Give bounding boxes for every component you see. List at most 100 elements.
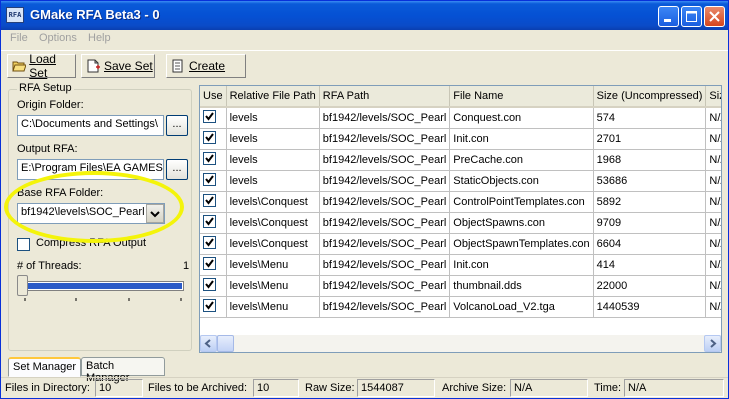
size-uncompressed-cell[interactable]: 9709 bbox=[593, 212, 707, 234]
relative-path-cell[interactable]: levels bbox=[226, 149, 320, 171]
col-header-rfa-path[interactable]: RFA Path bbox=[319, 86, 451, 108]
save-set-button[interactable]: Save Set bbox=[81, 54, 155, 78]
use-checkbox-cell[interactable] bbox=[200, 296, 227, 318]
use-checkbox-cell[interactable] bbox=[200, 107, 227, 129]
col-header-size-uncompressed[interactable]: Size (Uncompressed) bbox=[593, 86, 707, 108]
use-checkbox[interactable] bbox=[203, 194, 216, 208]
size-compressed-cell[interactable]: N/A bbox=[705, 296, 721, 318]
rfa-path-cell[interactable]: bf1942/levels/SOC_Pearl bbox=[319, 233, 451, 255]
size-compressed-cell[interactable]: N/A bbox=[705, 170, 721, 192]
use-checkbox-cell[interactable] bbox=[200, 191, 227, 213]
scroll-thumb[interactable] bbox=[217, 335, 234, 352]
use-checkbox-cell[interactable] bbox=[200, 233, 227, 255]
relative-path-cell[interactable]: levels bbox=[226, 128, 320, 150]
use-checkbox[interactable] bbox=[203, 236, 216, 250]
size-uncompressed-cell[interactable]: 5892 bbox=[593, 191, 707, 213]
rfa-path-cell[interactable]: bf1942/levels/SOC_Pearl bbox=[319, 212, 451, 234]
file-grid[interactable]: Use Relative File Path RFA Path File Nam… bbox=[199, 85, 722, 353]
rfa-path-cell[interactable]: bf1942/levels/SOC_Pearl bbox=[319, 254, 451, 276]
relative-path-cell[interactable]: levels\Conquest bbox=[226, 212, 320, 234]
use-checkbox[interactable] bbox=[203, 278, 216, 292]
relative-path-cell[interactable]: levels bbox=[226, 107, 320, 129]
size-uncompressed-cell[interactable]: 1440539 bbox=[593, 296, 707, 318]
rfa-path-cell[interactable]: bf1942/levels/SOC_Pearl bbox=[319, 170, 451, 192]
threads-slider-track[interactable] bbox=[23, 281, 184, 291]
size-uncompressed-cell[interactable]: 1968 bbox=[593, 149, 707, 171]
output-rfa-input[interactable]: E:\Program Files\EA GAMES\ bbox=[17, 159, 164, 180]
size-compressed-cell[interactable]: N/A bbox=[705, 149, 721, 171]
menu-options[interactable]: Options bbox=[39, 32, 77, 44]
tab-set-manager[interactable]: Set Manager bbox=[8, 357, 81, 377]
use-checkbox-cell[interactable] bbox=[200, 128, 227, 150]
file-name-cell[interactable]: ControlPointTemplates.con bbox=[449, 191, 594, 213]
table-row[interactable]: levels\Menu bf1942/levels/SOC_Pearl Init.c… bbox=[200, 254, 721, 276]
size-uncompressed-cell[interactable]: 6604 bbox=[593, 233, 707, 255]
col-header-size-compressed[interactable]: Size (Compressed) bbox=[705, 86, 721, 108]
table-row[interactable]: levels bf1942/levels/SOC_Pearl Init.con 270… bbox=[200, 128, 721, 150]
col-header-file-name[interactable]: File Name bbox=[449, 86, 594, 108]
create-button[interactable]: Create bbox=[166, 54, 246, 78]
use-checkbox-cell[interactable] bbox=[200, 170, 227, 192]
minimize-button[interactable] bbox=[658, 6, 679, 27]
relative-path-cell[interactable]: levels\Menu bbox=[226, 275, 320, 297]
scroll-left-button[interactable] bbox=[200, 335, 217, 352]
size-uncompressed-cell[interactable]: 414 bbox=[593, 254, 707, 276]
origin-browse-button[interactable]: ... bbox=[166, 115, 188, 136]
size-compressed-cell[interactable]: N/A bbox=[705, 254, 721, 276]
file-name-cell[interactable]: StaticObjects.con bbox=[449, 170, 594, 192]
use-checkbox-cell[interactable] bbox=[200, 275, 227, 297]
relative-path-cell[interactable]: levels\Menu bbox=[226, 254, 320, 276]
table-row[interactable]: levels bf1942/levels/SOC_Pearl StaticObjec… bbox=[200, 170, 721, 192]
col-header-relative-path[interactable]: Relative File Path bbox=[226, 86, 320, 108]
menu-help[interactable]: Help bbox=[88, 32, 111, 44]
table-row[interactable]: levels\Conquest bf1942/levels/SOC_Pearl Co… bbox=[200, 191, 721, 213]
file-name-cell[interactable]: thumbnail.dds bbox=[449, 275, 594, 297]
load-set-button[interactable]: Load Set bbox=[7, 52, 76, 80]
rfa-path-cell[interactable]: bf1942/levels/SOC_Pearl bbox=[319, 296, 451, 318]
maximize-button[interactable] bbox=[681, 6, 702, 27]
size-compressed-cell[interactable]: N/A bbox=[705, 191, 721, 213]
file-name-cell[interactable]: Init.con bbox=[449, 254, 594, 276]
size-compressed-cell[interactable]: N/A bbox=[705, 275, 721, 297]
use-checkbox-cell[interactable] bbox=[200, 254, 227, 276]
scroll-right-button[interactable] bbox=[704, 335, 721, 352]
use-checkbox[interactable] bbox=[203, 173, 216, 187]
use-checkbox[interactable] bbox=[203, 131, 216, 145]
use-checkbox[interactable] bbox=[203, 215, 216, 229]
use-checkbox[interactable] bbox=[203, 152, 216, 166]
tab-batch-manager[interactable]: Batch Manager bbox=[81, 357, 165, 384]
use-checkbox-cell[interactable] bbox=[200, 149, 227, 171]
menu-file[interactable]: File bbox=[10, 32, 28, 44]
use-checkbox-cell[interactable] bbox=[200, 212, 227, 234]
col-header-use[interactable]: Use bbox=[200, 86, 227, 108]
file-name-cell[interactable]: Init.con bbox=[449, 128, 594, 150]
size-uncompressed-cell[interactable]: 574 bbox=[593, 107, 707, 129]
table-row[interactable]: levels\Menu bf1942/levels/SOC_Pearl thumbn… bbox=[200, 275, 721, 297]
table-row[interactable]: levels\Conquest bf1942/levels/SOC_Pearl Ob… bbox=[200, 233, 721, 255]
file-name-cell[interactable]: Conquest.con bbox=[449, 107, 594, 129]
relative-path-cell[interactable]: levels\Menu bbox=[226, 296, 320, 318]
table-row[interactable]: levels bf1942/levels/SOC_Pearl Conquest.co… bbox=[200, 107, 721, 129]
file-name-cell[interactable]: VolcanoLoad_V2.tga bbox=[449, 296, 594, 318]
title-bar[interactable]: RFA GMake RFA Beta3 - 0 bbox=[1, 1, 728, 30]
size-compressed-cell[interactable]: N/A bbox=[705, 233, 721, 255]
rfa-path-cell[interactable]: bf1942/levels/SOC_Pearl bbox=[319, 275, 451, 297]
table-row[interactable]: levels bf1942/levels/SOC_Pearl PreCache.co… bbox=[200, 149, 721, 171]
size-compressed-cell[interactable]: N/A bbox=[705, 128, 721, 150]
origin-folder-input[interactable]: C:\Documents and Settings\ bbox=[17, 115, 164, 136]
file-name-cell[interactable]: ObjectSpawns.con bbox=[449, 212, 594, 234]
size-uncompressed-cell[interactable]: 53686 bbox=[593, 170, 707, 192]
close-button[interactable] bbox=[704, 6, 725, 27]
table-row[interactable]: levels\Menu bf1942/levels/SOC_Pearl Volcan… bbox=[200, 296, 721, 318]
base-rfa-folder-select[interactable]: bf1942\levels\SOC_Pearl bbox=[17, 203, 165, 224]
use-checkbox[interactable] bbox=[203, 257, 216, 271]
rfa-path-cell[interactable]: bf1942/levels/SOC_Pearl bbox=[319, 191, 451, 213]
relative-path-cell[interactable]: levels\Conquest bbox=[226, 191, 320, 213]
rfa-path-cell[interactable]: bf1942/levels/SOC_Pearl bbox=[319, 149, 451, 171]
rfa-path-cell[interactable]: bf1942/levels/SOC_Pearl bbox=[319, 128, 451, 150]
use-checkbox[interactable] bbox=[203, 299, 216, 313]
size-uncompressed-cell[interactable]: 2701 bbox=[593, 128, 707, 150]
relative-path-cell[interactable]: levels\Conquest bbox=[226, 233, 320, 255]
size-uncompressed-cell[interactable]: 22000 bbox=[593, 275, 707, 297]
threads-slider-thumb[interactable] bbox=[17, 275, 28, 296]
